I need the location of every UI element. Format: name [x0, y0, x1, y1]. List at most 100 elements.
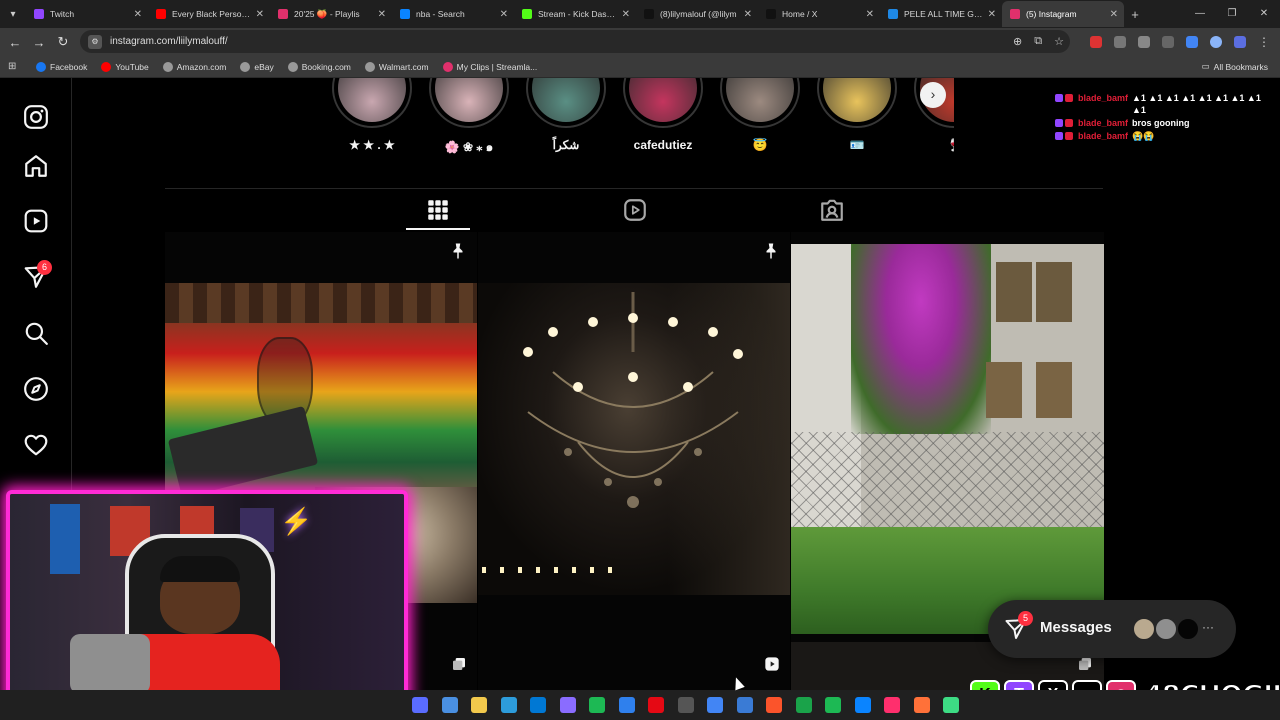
highlight-label: 🌸 ❀ ⁎ ๑: [444, 140, 494, 154]
close-tab-icon[interactable]: ✕: [1110, 9, 1118, 20]
extension-icon[interactable]: [1114, 36, 1126, 48]
sidebar-icon[interactable]: [1186, 36, 1198, 48]
post-tile[interactable]: [478, 232, 790, 690]
highlight-label: 🪪: [849, 138, 865, 152]
bookmark-item[interactable]: Walmart.com: [364, 61, 429, 72]
bookmarks-bar: ⊞ Facebook YouTube Amazon.com eBay Booking.c…: [0, 56, 1280, 78]
back-icon[interactable]: ←: [3, 35, 27, 50]
story-highlight[interactable]: شكراً: [526, 78, 606, 158]
browser-tab[interactable]: Stream - Kick Dashbo ✕: [514, 1, 636, 27]
highlights-next-button[interactable]: ›: [920, 82, 946, 108]
tagged-icon[interactable]: [819, 197, 845, 223]
bookmark-item[interactable]: eBay: [240, 61, 274, 72]
browser-tab[interactable]: (8)lilymalouf (@lilym ✕: [636, 1, 758, 27]
bookmark-item[interactable]: YouTube: [101, 61, 149, 72]
forward-icon[interactable]: →: [27, 35, 51, 50]
messages-pill-badge: 5: [1018, 611, 1033, 626]
tab-title: nba - Search: [416, 9, 465, 19]
taskbar-app-icon[interactable]: [412, 697, 428, 713]
close-tab-icon[interactable]: ✕: [988, 9, 996, 20]
menu-kebab-icon[interactable]: ⋮: [1258, 36, 1270, 48]
browser-tab[interactable]: Home / X ✕: [758, 1, 880, 27]
taskbar-app-icon[interactable]: [825, 697, 841, 713]
taskbar-app-icon[interactable]: [648, 697, 664, 713]
taskbar-app-icon[interactable]: [766, 697, 782, 713]
close-tab-icon[interactable]: ✕: [866, 9, 874, 20]
taskbar-app-icon[interactable]: [559, 697, 576, 713]
profile-avatar[interactable]: [1210, 36, 1222, 48]
browser-tab[interactable]: Every Black Person N ✕: [148, 1, 270, 27]
taskbar-app-icon[interactable]: [471, 697, 487, 713]
bookmark-item[interactable]: Booking.com: [287, 61, 351, 72]
taskbar-app-icon[interactable]: [589, 697, 605, 713]
all-bookmarks[interactable]: ▭ All Bookmarks: [1202, 61, 1268, 72]
messages-nav[interactable]: 6: [23, 260, 52, 290]
chandelier-graphic: [523, 292, 743, 508]
browser-tab[interactable]: nba - Search ✕: [392, 1, 514, 27]
chat-message: blade_bamf 😭😭: [1055, 130, 1270, 142]
media-icon[interactable]: [1162, 36, 1174, 48]
bookmark-item[interactable]: Facebook: [36, 61, 87, 72]
bookmark-item[interactable]: My Clips | Streamla...: [442, 61, 537, 72]
close-tab-icon[interactable]: ✕: [378, 9, 386, 20]
site-info-icon[interactable]: ⚙: [88, 34, 102, 49]
window: [996, 262, 1032, 322]
address-bar[interactable]: ⚙ instagram.com/liilymalouff/ ⊕ ⧉ ☆: [80, 30, 1070, 53]
taskbar-app-icon[interactable]: [884, 697, 900, 713]
taskbar-app-icon[interactable]: [795, 697, 812, 713]
taskbar-app-icon[interactable]: [677, 697, 694, 713]
story-highlight[interactable]: 🌸 ❀ ⁎ ๑: [429, 78, 509, 158]
close-tab-icon[interactable]: ✕: [500, 9, 508, 20]
taskbar-app-icon[interactable]: [913, 697, 930, 713]
notifications-heart-icon[interactable]: [23, 432, 49, 458]
reload-icon[interactable]: ↻: [51, 34, 75, 50]
shield-icon[interactable]: [1234, 36, 1246, 48]
taskbar-app-icon[interactable]: [500, 697, 517, 713]
tab-title: Twitch: [50, 9, 75, 19]
taskbar-app-icon[interactable]: [530, 697, 546, 713]
bookmark-item[interactable]: Amazon.com: [162, 61, 226, 72]
taskbar-app-icon[interactable]: [854, 697, 871, 713]
reels-icon[interactable]: [23, 208, 49, 234]
install-icon[interactable]: ⧉: [1034, 35, 1042, 48]
restore-icon[interactable]: ❐: [1216, 0, 1248, 28]
extensions-puzzle-icon[interactable]: [1138, 36, 1150, 48]
search-icon[interactable]: [23, 320, 49, 346]
tab-favicon-icon: [1010, 9, 1020, 19]
tab-search-icon[interactable]: ▾: [0, 1, 26, 27]
tab-favicon-icon: [278, 9, 288, 19]
close-tab-icon[interactable]: ✕: [744, 9, 752, 20]
taskbar-app-icon[interactable]: [618, 697, 635, 713]
browser-tab[interactable]: Twitch ✕: [26, 1, 148, 27]
story-highlight[interactable]: 🪪: [817, 78, 897, 158]
instagram-logo-icon[interactable]: [23, 104, 49, 130]
close-tab-icon[interactable]: ✕: [622, 9, 630, 20]
minimize-icon[interactable]: —: [1184, 0, 1216, 28]
close-tab-icon[interactable]: ✕: [256, 9, 264, 20]
browser-tab[interactable]: (5) Instagram ✕: [1002, 1, 1124, 27]
apps-grid-icon[interactable]: ⊞: [8, 61, 20, 72]
posts-grid-icon[interactable]: [425, 197, 451, 223]
bookmark-star-icon[interactable]: ☆: [1054, 35, 1064, 48]
story-highlight[interactable]: ★ ★ . ★: [332, 78, 412, 158]
windows-taskbar: [0, 690, 1280, 720]
reels-tab-icon[interactable]: [622, 197, 648, 223]
taskbar-app-icon[interactable]: [441, 697, 458, 713]
explore-icon[interactable]: [23, 376, 49, 402]
chat-text: ▲1 ▲1 ▲1 ▲1 ▲1 ▲1 ▲1 ▲1 ▲1: [1132, 93, 1261, 115]
browser-tab[interactable]: 20'25 🍑 - Playlis ✕: [270, 1, 392, 27]
story-highlight[interactable]: cafedutiez: [623, 78, 703, 158]
home-icon[interactable]: [23, 153, 49, 179]
new-tab-button[interactable]: +: [1124, 7, 1146, 22]
close-window-icon[interactable]: ✕: [1248, 0, 1280, 28]
highlight-label: 😇: [752, 138, 768, 152]
messages-button[interactable]: 5 Messages ···: [988, 600, 1236, 658]
zoom-icon[interactable]: ⊕: [1013, 35, 1022, 48]
taskbar-app-icon[interactable]: [943, 697, 959, 713]
story-highlight[interactable]: 😇: [720, 78, 800, 158]
taskbar-app-icon[interactable]: [707, 697, 723, 713]
browser-tab[interactable]: PELE ALL TIME GOAL ✕: [880, 1, 1002, 27]
extension-icon[interactable]: [1090, 36, 1102, 48]
taskbar-app-icon[interactable]: [736, 697, 753, 713]
close-tab-icon[interactable]: ✕: [134, 9, 142, 20]
